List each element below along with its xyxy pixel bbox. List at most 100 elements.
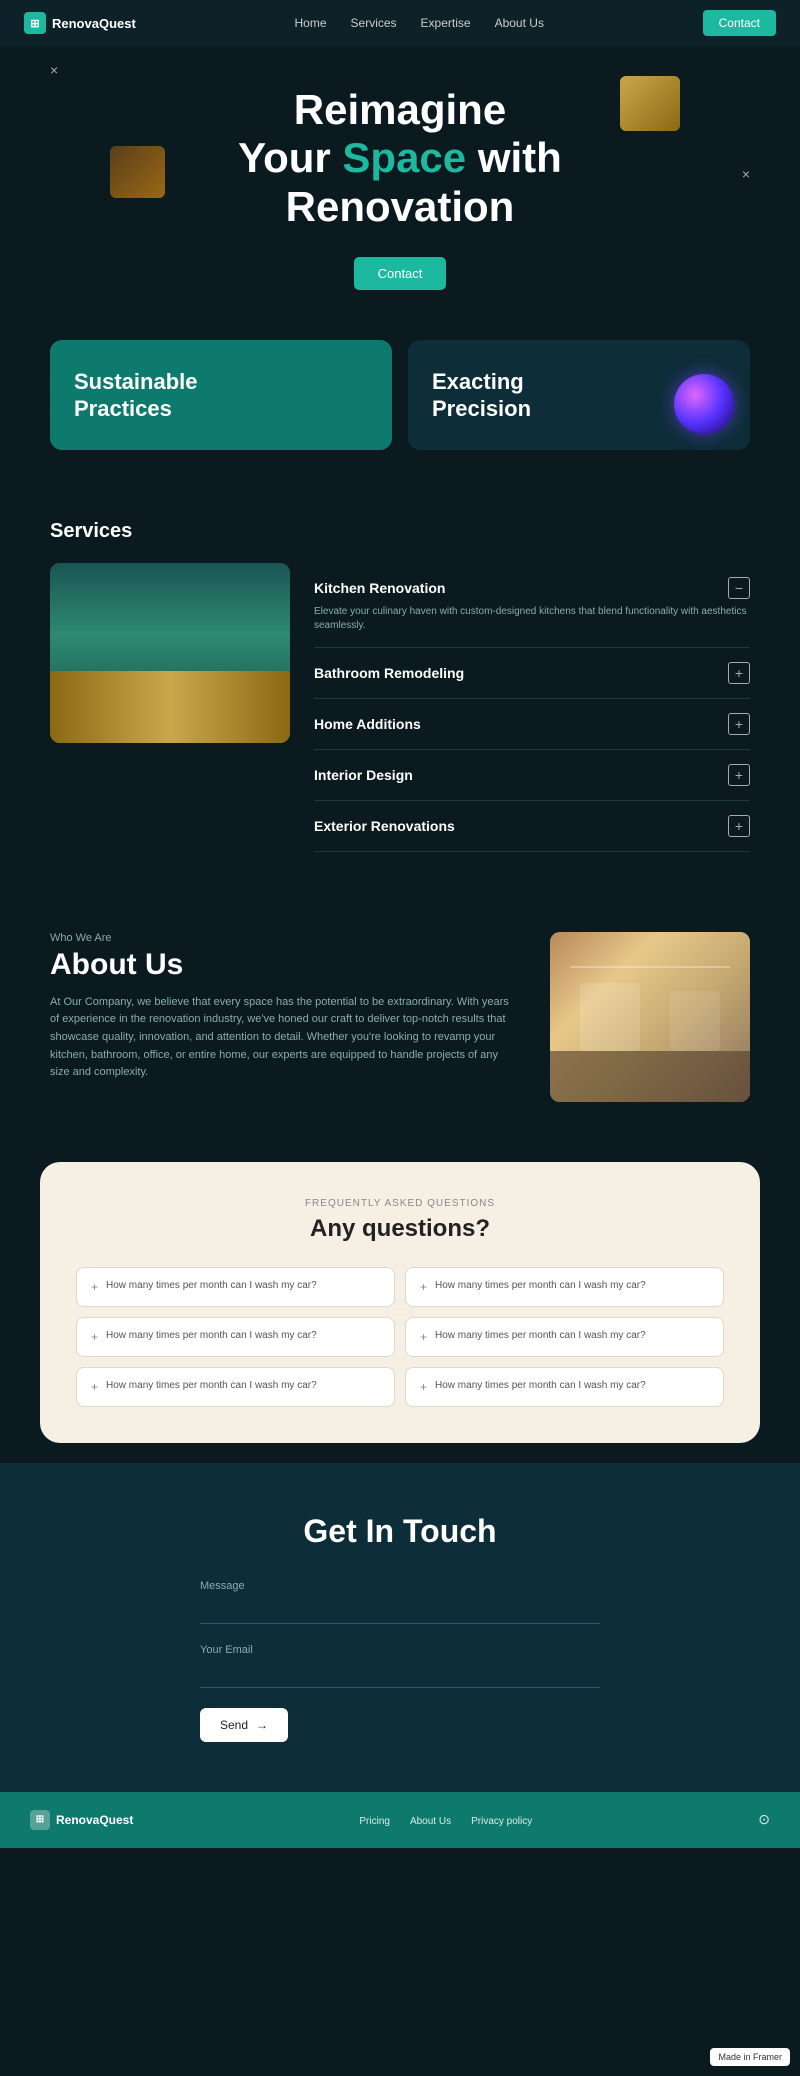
- faq-item-5[interactable]: + How many times per month can I wash my…: [405, 1367, 724, 1407]
- hero-line3: Renovation: [238, 183, 562, 231]
- hero-contact-button[interactable]: Contact: [354, 257, 447, 290]
- about-text: Who We Are About Us At Our Company, we b…: [50, 932, 510, 1082]
- footer-link-pricing[interactable]: Pricing: [359, 1816, 390, 1827]
- service-exterior-name: Exterior Renovations: [314, 818, 455, 834]
- send-arrow: →: [256, 1718, 268, 1732]
- hero-close-2[interactable]: ×: [742, 166, 750, 182]
- office-visual: [550, 932, 750, 1102]
- footer-link-privacy[interactable]: Privacy policy: [471, 1816, 532, 1827]
- faq-text-3: How many times per month can I wash my c…: [435, 1330, 646, 1341]
- faq-title: Any questions?: [76, 1215, 724, 1243]
- hero-line2-accent: Space: [342, 134, 466, 181]
- faq-plus-0: +: [91, 1280, 98, 1294]
- nav-link-about[interactable]: About Us: [495, 16, 544, 30]
- feature-card-precision[interactable]: ExactingPrecision: [408, 340, 750, 450]
- contact-email-field: Your Email: [200, 1644, 600, 1688]
- faq-plus-3: +: [420, 1330, 427, 1344]
- faq-text-1: How many times per month can I wash my c…: [435, 1280, 646, 1291]
- logo-text: RenovaQuest: [52, 16, 136, 31]
- contact-send-button[interactable]: Send →: [200, 1708, 288, 1742]
- faq-plus-5: +: [420, 1380, 427, 1394]
- service-item-interior: Interior Design +: [314, 750, 750, 801]
- faq-grid: + How many times per month can I wash my…: [76, 1267, 724, 1407]
- faq-plus-4: +: [91, 1380, 98, 1394]
- made-with-badge: Made in Framer: [710, 2048, 790, 2066]
- hero-section: × × Reimagine Your Space with Renovation…: [0, 46, 800, 320]
- contact-message-input[interactable]: [200, 1596, 600, 1624]
- contact-section: Get In Touch Message Your Email Send →: [0, 1463, 800, 1792]
- service-item-exterior: Exterior Renovations +: [314, 801, 750, 852]
- about-image: [550, 932, 750, 1102]
- hero-line1: Reimagine: [238, 86, 562, 134]
- faq-text-4: How many times per month can I wash my c…: [106, 1380, 317, 1391]
- nav-link-expertise[interactable]: Expertise: [421, 16, 471, 30]
- service-exterior-toggle[interactable]: +: [728, 815, 750, 837]
- footer-link-about[interactable]: About Us: [410, 1816, 451, 1827]
- footer-logo: ⊞ RenovaQuest: [30, 1810, 133, 1830]
- contact-message-field: Message: [200, 1580, 600, 1624]
- kitchen-visual: [50, 563, 290, 743]
- feature-card-precision-title: ExactingPrecision: [432, 369, 531, 422]
- send-label: Send: [220, 1718, 248, 1732]
- hero-line2-before: Your: [238, 134, 342, 181]
- service-kitchen-desc: Elevate your culinary haven with custom-…: [314, 605, 750, 633]
- footer-social-icon[interactable]: ⊙: [758, 1811, 770, 1828]
- nav-link-home[interactable]: Home: [295, 16, 327, 30]
- faq-text-5: How many times per month can I wash my c…: [435, 1380, 646, 1391]
- footer: ⊞ RenovaQuest Pricing About Us Privacy p…: [0, 1792, 800, 1848]
- service-bathroom-toggle[interactable]: +: [728, 662, 750, 684]
- about-section: Who We Are About Us At Our Company, we b…: [0, 892, 800, 1142]
- services-layout: Kitchen Renovation − Elevate your culina…: [50, 563, 750, 852]
- services-list: Kitchen Renovation − Elevate your culina…: [314, 563, 750, 852]
- feature-card-sustainable-title: SustainablePractices: [74, 369, 197, 422]
- contact-message-label: Message: [200, 1580, 600, 1592]
- service-item-kitchen: Kitchen Renovation − Elevate your culina…: [314, 563, 750, 648]
- nav-links: Home Services Expertise About Us: [295, 14, 544, 32]
- service-item-additions: Home Additions +: [314, 699, 750, 750]
- hero-title: Reimagine Your Space with Renovation: [238, 86, 562, 231]
- precision-orb: [674, 374, 734, 434]
- logo-icon: ⊞: [24, 12, 46, 34]
- faq-plus-2: +: [91, 1330, 98, 1344]
- services-title: Services: [50, 520, 750, 543]
- nav-link-services[interactable]: Services: [351, 16, 397, 30]
- hero-close-1[interactable]: ×: [50, 62, 58, 78]
- nav-logo[interactable]: ⊞ RenovaQuest: [24, 12, 136, 34]
- contact-title: Get In Touch: [200, 1513, 600, 1550]
- service-kitchen-toggle[interactable]: −: [728, 577, 750, 599]
- faq-item-3[interactable]: + How many times per month can I wash my…: [405, 1317, 724, 1357]
- faq-text-2: How many times per month can I wash my c…: [106, 1330, 317, 1341]
- service-interior-name: Interior Design: [314, 767, 413, 783]
- hero-image-left: [110, 146, 165, 198]
- contact-email-label: Your Email: [200, 1644, 600, 1656]
- faq-item-1[interactable]: + How many times per month can I wash my…: [405, 1267, 724, 1307]
- faq-section: FREQUENTLY ASKED QUESTIONS Any questions…: [0, 1162, 800, 1443]
- service-interior-toggle[interactable]: +: [728, 764, 750, 786]
- faq-box: FREQUENTLY ASKED QUESTIONS Any questions…: [40, 1162, 760, 1443]
- about-title: About Us: [50, 948, 510, 982]
- navbar: ⊞ RenovaQuest Home Services Expertise Ab…: [0, 0, 800, 46]
- service-item-bathroom: Bathroom Remodeling +: [314, 648, 750, 699]
- service-bathroom-name: Bathroom Remodeling: [314, 665, 464, 681]
- hero-line2-after: with: [466, 134, 562, 181]
- about-body: At Our Company, we believe that every sp…: [50, 994, 510, 1082]
- faq-item-0[interactable]: + How many times per month can I wash my…: [76, 1267, 395, 1307]
- service-additions-toggle[interactable]: +: [728, 713, 750, 735]
- feature-card-sustainable[interactable]: SustainablePractices: [50, 340, 392, 450]
- hero-image-right: [620, 76, 680, 131]
- nav-contact-button[interactable]: Contact: [703, 10, 776, 36]
- services-image: [50, 563, 290, 743]
- faq-item-2[interactable]: + How many times per month can I wash my…: [76, 1317, 395, 1357]
- footer-links: Pricing About Us Privacy policy: [359, 1811, 532, 1829]
- about-label: Who We Are: [50, 932, 510, 944]
- contact-form: Message Your Email Send →: [200, 1580, 600, 1742]
- faq-section-label: FREQUENTLY ASKED QUESTIONS: [76, 1198, 724, 1209]
- hero-line2: Your Space with: [238, 134, 562, 182]
- service-kitchen-name: Kitchen Renovation: [314, 580, 445, 596]
- footer-logo-text: RenovaQuest: [56, 1813, 133, 1827]
- footer-logo-icon: ⊞: [30, 1810, 50, 1830]
- faq-item-4[interactable]: + How many times per month can I wash my…: [76, 1367, 395, 1407]
- feature-cards: SustainablePractices ExactingPrecision: [0, 320, 800, 480]
- service-additions-name: Home Additions: [314, 716, 421, 732]
- contact-email-input[interactable]: [200, 1660, 600, 1688]
